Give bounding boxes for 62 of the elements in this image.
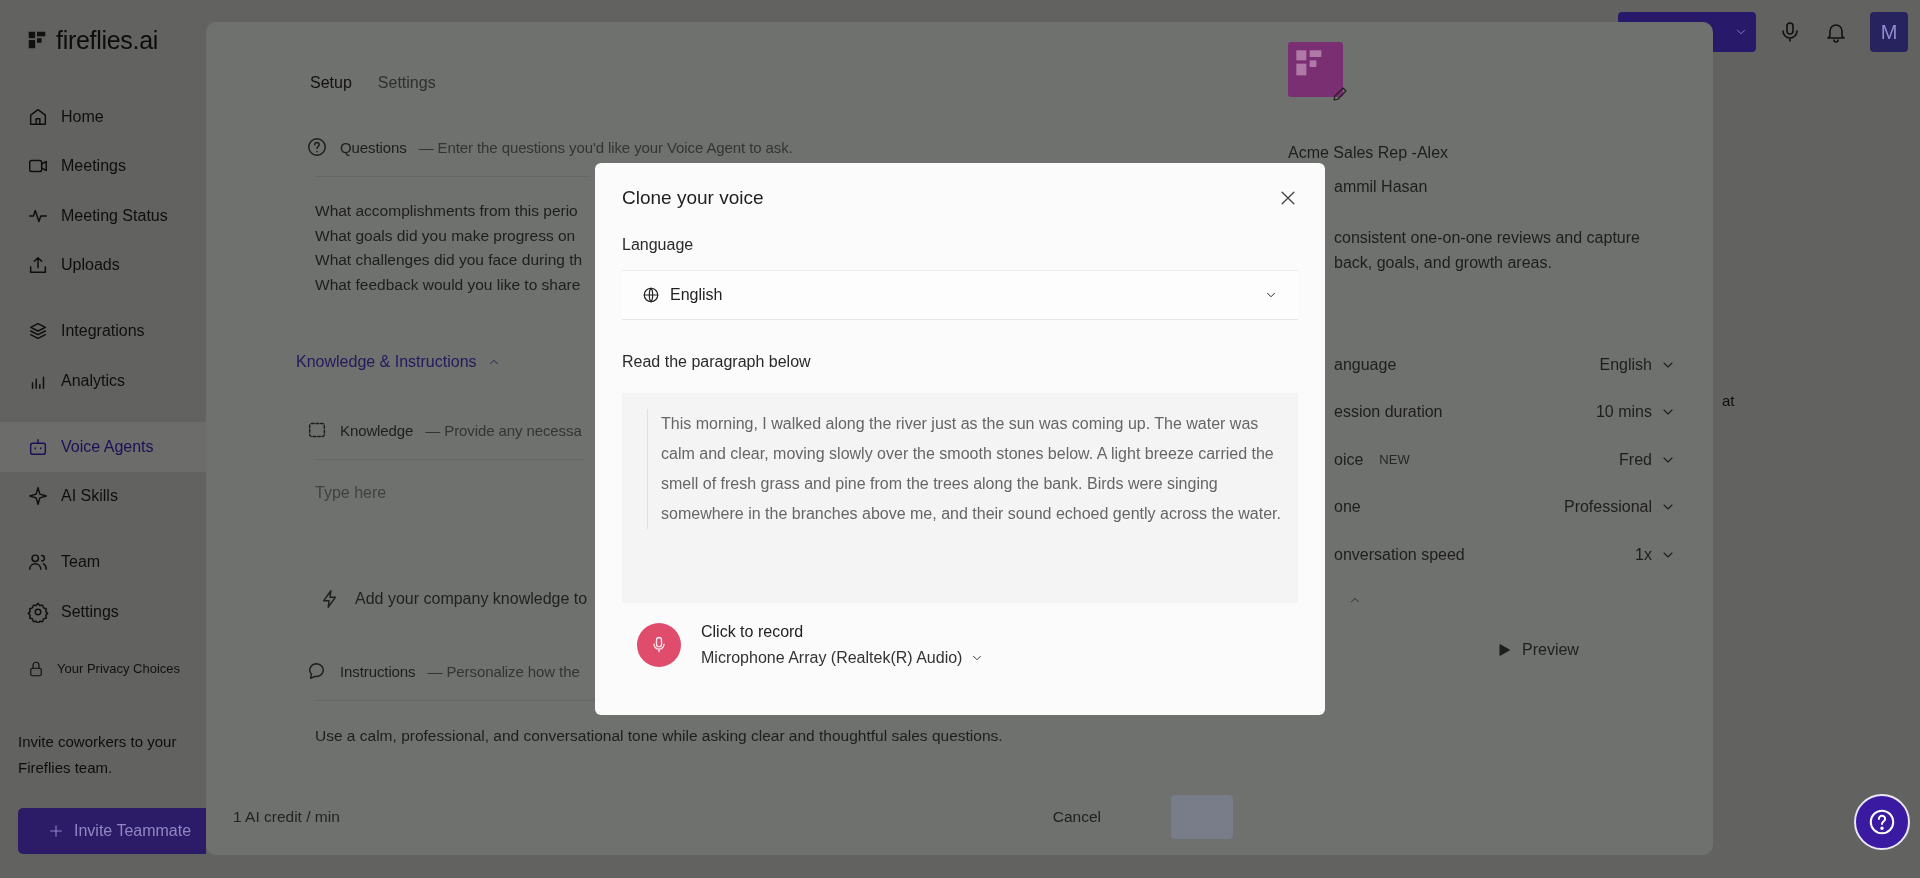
section-title: Knowledge	[340, 421, 414, 439]
record-button[interactable]	[637, 623, 681, 667]
section-hint: — Enter the questions you'd like your Voice Agent to ask.	[418, 138, 793, 156]
background-text-fragment: at	[1722, 392, 1735, 409]
setting-dropdown[interactable]: 1x	[1635, 545, 1676, 564]
globe-icon	[642, 286, 660, 304]
section-hint: — Provide any necessa	[425, 421, 582, 439]
sidebar-item[interactable]: Meetings	[0, 141, 206, 191]
help-button[interactable]	[1854, 794, 1910, 850]
settings-icon	[27, 600, 49, 623]
field-label: Read the paragraph below	[622, 353, 812, 371]
tab[interactable]: Setup	[310, 74, 352, 92]
tab[interactable]: Settings	[377, 74, 436, 92]
invite-teammate-button[interactable]: Invite Teammate	[18, 807, 206, 854]
record-label: Click to record	[701, 623, 805, 641]
setting-label: ession duration	[1334, 403, 1443, 422]
section-toggle[interactable]: Knowledge & Instructions	[296, 347, 501, 377]
preview-button[interactable]: Preview	[1488, 636, 1587, 663]
field-label: Language	[622, 236, 695, 254]
section-title: Questions	[340, 138, 407, 156]
section-hint: — Personalize how the	[427, 662, 580, 680]
sidebar-item[interactable]: Integrations	[0, 306, 206, 356]
agent-description: consistent one-on-one reviews and capture back, goals, and growth areas.	[1333, 228, 1641, 273]
privacy-link[interactable]: Your Privacy Choices	[57, 661, 181, 676]
question-icon	[306, 136, 328, 158]
knowledge-prompt[interactable]: Add your company knowledge to	[355, 590, 588, 608]
sidebar-item[interactable]: Team	[0, 537, 206, 587]
setting-label: onversation speed	[1334, 545, 1465, 564]
reading-paragraph: This morning, I walked along the river just as the sun was coming up. The water was calm and clear, moving slowly over the smooth stones below. A light breeze carried the smell of fresh grass and pine from the trees along the bank. Birds were singing somewhere in the branches above me, and their sound echoed gently across the water.	[647, 409, 1284, 529]
plus-icon	[48, 822, 64, 839]
language-dropdown[interactable]: English	[622, 270, 1298, 320]
agent-name: Acme Sales Rep -Alex	[1288, 144, 1450, 162]
user-avatar[interactable]: M	[1870, 12, 1908, 52]
new-label: NEW	[1379, 452, 1410, 468]
agent-owner: ammil Hasan	[1333, 178, 1429, 196]
invite-text: Invite coworkers to your Fireflies team.	[17, 731, 178, 778]
logo-text: fireflies.ai	[56, 25, 158, 55]
setting-label: oice	[1334, 450, 1364, 469]
questions-text: What accomplishments from this perio What goals did you make progress on What challenges did you face during th What feedback would you like to share	[315, 176, 590, 297]
play-icon	[1496, 641, 1512, 658]
cancel-button[interactable]: Cancel	[1036, 800, 1117, 834]
sidebar-item[interactable]: Home	[0, 92, 206, 142]
sparkle-icon	[27, 485, 49, 508]
sidebar-item[interactable]: Analytics	[0, 356, 206, 406]
lock-icon	[27, 659, 45, 678]
section-title: Instructions	[340, 662, 416, 680]
credit-cost: 1 AI credit / min	[233, 808, 340, 826]
setting-dropdown[interactable]: 10 mins	[1595, 403, 1676, 422]
sidebar-item[interactable]: Meeting Status	[0, 191, 206, 241]
sidebar-item[interactable]: Uploads	[0, 240, 206, 290]
help-icon	[1867, 807, 1897, 837]
setting-dropdown[interactable]: Fred	[1619, 450, 1676, 469]
setting-dropdown[interactable]: English	[1599, 355, 1676, 374]
microphone-dropdown[interactable]: Microphone Array (Realtek(R) Audio)	[701, 649, 985, 667]
setting-label: anguage	[1334, 355, 1397, 374]
setting-dropdown[interactable]: Professional	[1563, 498, 1676, 517]
sidebar-item[interactable]: AI Skills	[0, 471, 206, 521]
pencil-icon	[1331, 85, 1349, 103]
modal-title: Clone your voice	[622, 187, 764, 209]
sidebar-item[interactable]: Voice Agents	[0, 422, 206, 472]
sidebar-item[interactable]: Settings	[0, 587, 206, 637]
setting-label: one	[1334, 498, 1361, 517]
